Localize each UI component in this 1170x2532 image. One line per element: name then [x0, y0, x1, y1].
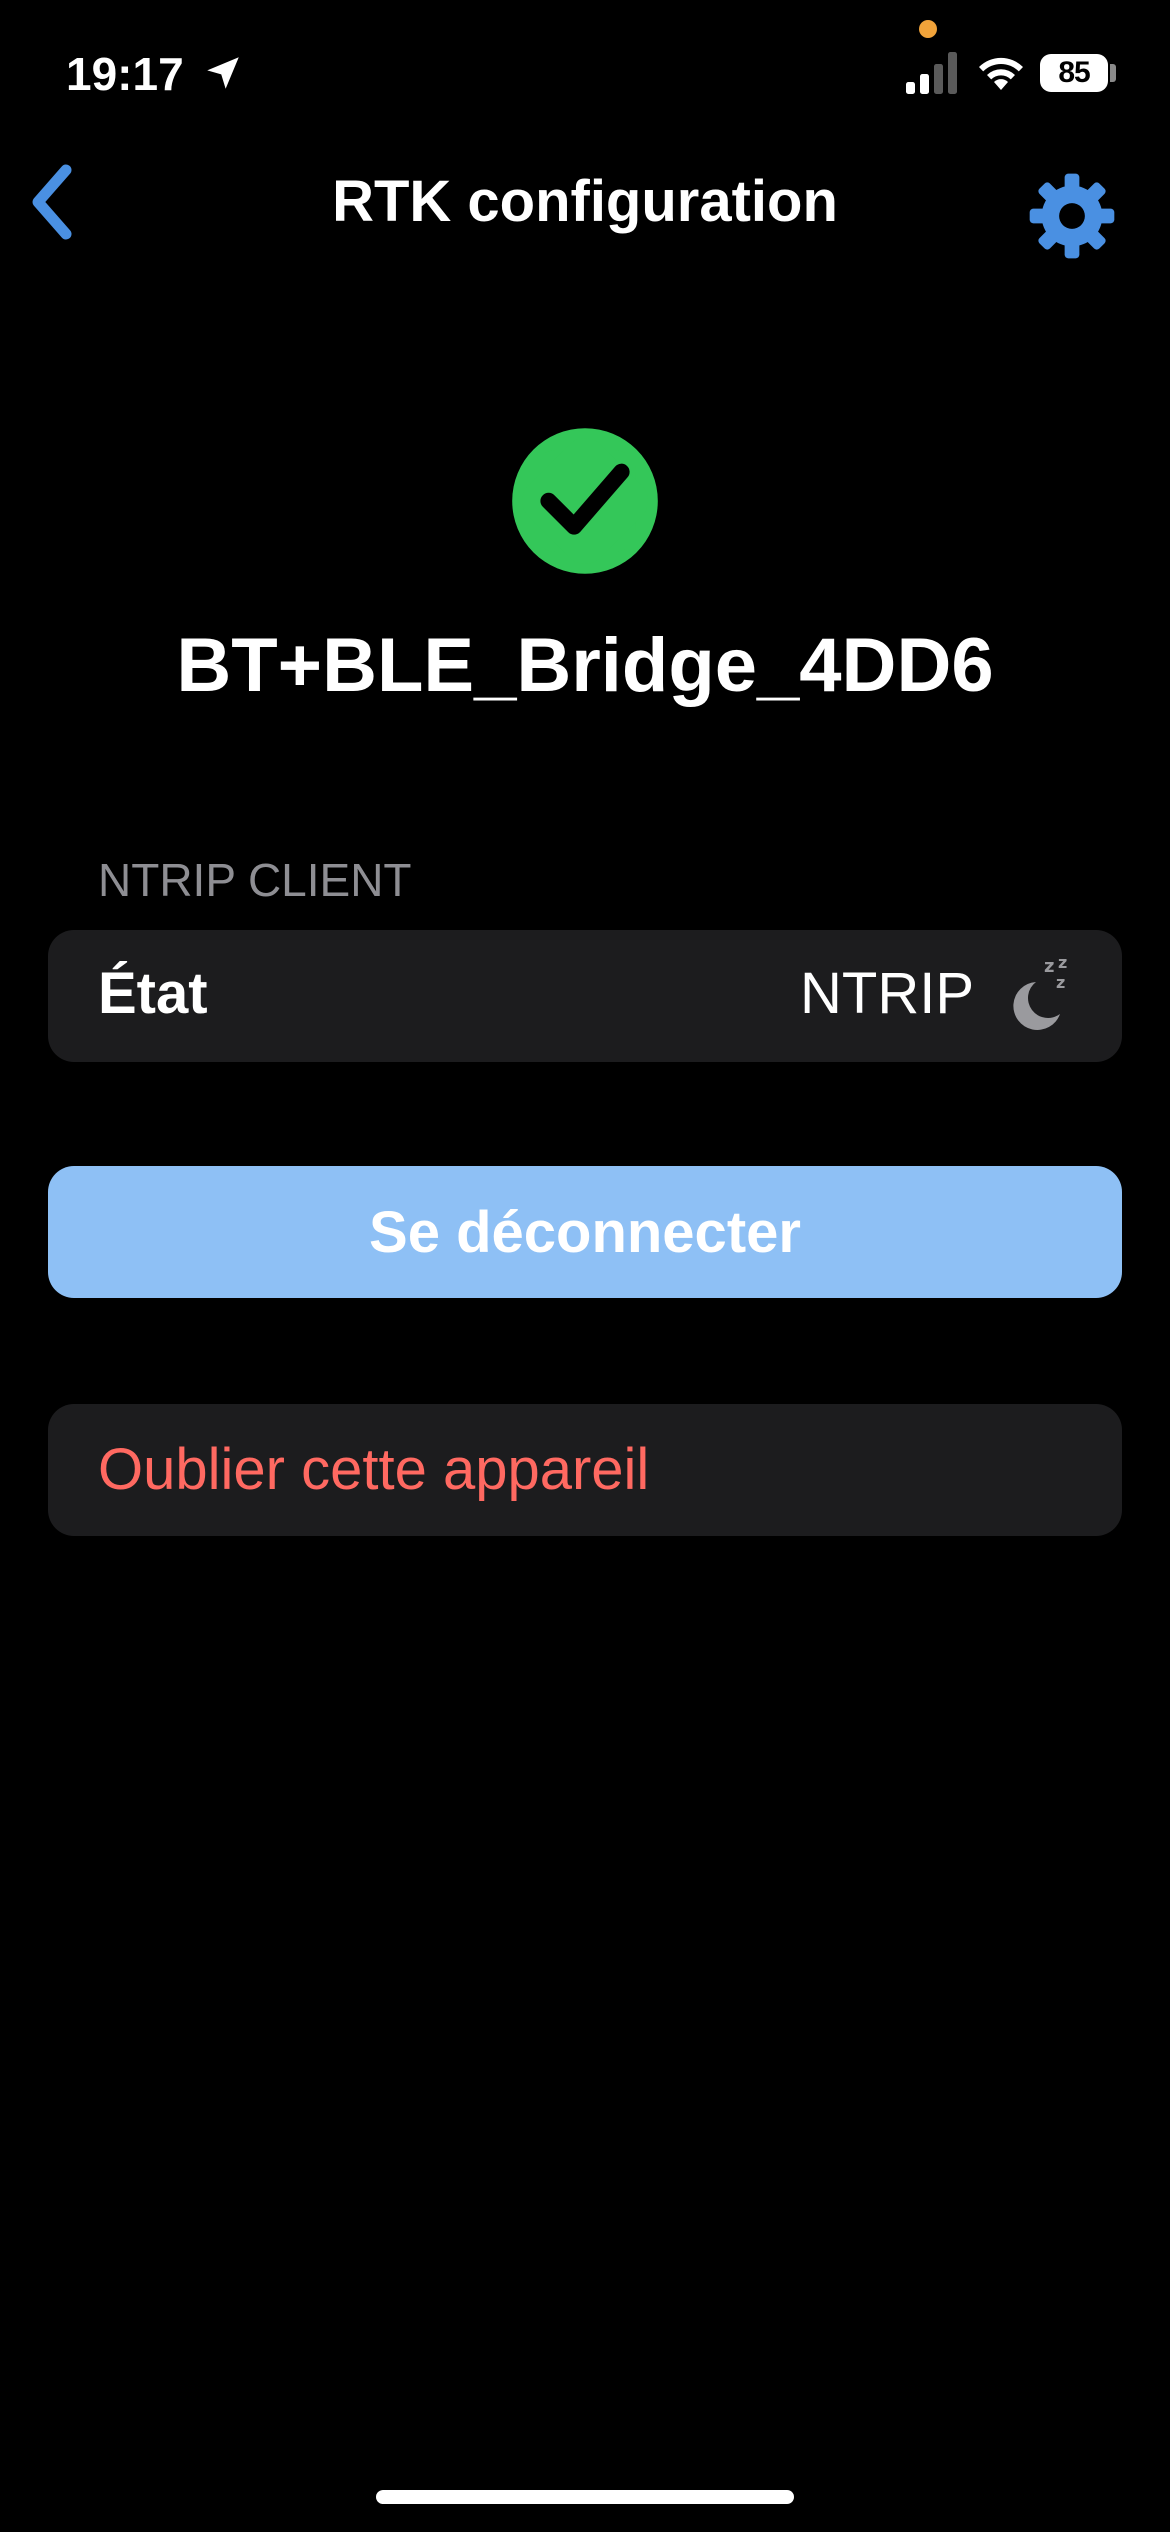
device-name: BT+BLE_Bridge_4DD6: [176, 623, 994, 708]
svg-text:z: z: [1058, 953, 1067, 972]
home-indicator[interactable]: [376, 2490, 794, 2504]
svg-text:z: z: [1044, 956, 1054, 977]
battery-tip: [1110, 64, 1116, 82]
privacy-indicator-dot: [919, 20, 937, 38]
location-arrow-icon: [207, 57, 239, 89]
verified-check-badge-icon: [512, 428, 658, 574]
moon-zzz-sleep-icon: z z z: [1013, 953, 1067, 1030]
gear-icon[interactable]: [1026, 170, 1118, 262]
disconnect-button[interactable]: Se déconnecter: [48, 1166, 1122, 1298]
cellular-signal-icon: [906, 52, 957, 94]
forget-device-label: Oublier cette appareil: [98, 1437, 650, 1502]
svg-text:z: z: [1056, 973, 1065, 992]
battery-indicator: 85: [1040, 54, 1108, 92]
section-header-ntrip: NTRIP CLIENT: [98, 854, 412, 906]
wifi-icon: [979, 57, 1023, 90]
ntrip-status-value: NTRIP: [800, 961, 974, 1026]
status-time: 19:17: [66, 48, 184, 100]
ntrip-status-label: État: [98, 961, 208, 1026]
page-title: RTK configuration: [332, 169, 838, 234]
